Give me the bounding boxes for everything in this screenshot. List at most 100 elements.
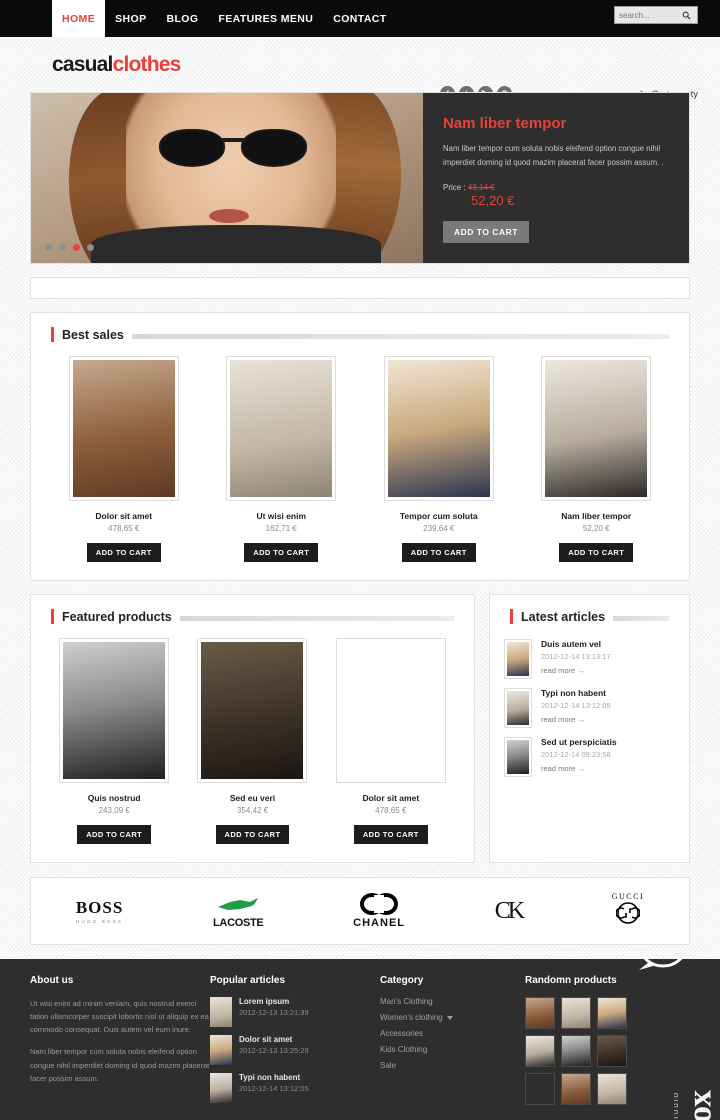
calvin-klein-logo-text: CK [494,898,525,924]
featured-header: Featured products [31,595,474,624]
category-link-sale[interactable]: Sale [380,1061,525,1070]
footer-popular-item[interactable]: Typi non habent 2012-12-14 13:12:05 [210,1073,380,1103]
random-product-thumbnail[interactable] [561,1035,591,1067]
article-title: Sed ut perspiciatis [541,737,617,747]
slider-dot-3[interactable] [73,244,80,251]
random-product-thumbnail[interactable] [597,997,627,1029]
product-thumbnail[interactable] [383,356,494,501]
search-box[interactable] [614,6,698,24]
popular-thumbnail [210,997,232,1027]
lower-row: Featured products Quis nostrud 243,09 € AD… [30,594,690,863]
sunglasses-graphic [159,129,307,167]
latest-articles-title: Latest articles [521,609,606,624]
nav-item-home[interactable]: HOME [52,0,106,37]
add-to-cart-button[interactable]: ADD TO CART [401,543,476,562]
article-thumbnail [504,639,532,679]
nav-item-blog[interactable]: BLOG [156,0,208,37]
product-name: Sed eu veri [229,793,276,803]
chanel-logo-text: CHANEL [353,917,406,929]
page-root: HOMESHOPBLOGFEATURES MENUCONTACT casualc… [0,0,720,1120]
random-product-thumbnail[interactable] [597,1035,627,1067]
product-price: 52,20 € [582,524,610,533]
product-card: Tempor cum soluta 239,64 € ADD TO CART [360,356,518,562]
add-to-cart-button[interactable]: ADD TO CART [77,825,152,844]
logo-text-clothes: clothes [112,53,182,76]
section-accent-bar [51,609,54,624]
slider-dot-4[interactable] [87,244,94,251]
site-footer: About us Ut wisi enim ad minim veniam, q… [0,959,720,1120]
category-link-women-s-clothing[interactable]: Women's clothing [380,1013,525,1022]
popular-title: Typi non habent [239,1073,301,1082]
brand-logo-chanel[interactable]: CHANEL [353,893,405,929]
add-to-cart-button[interactable]: ADD TO CART [86,543,161,562]
product-card: Quis nostrud 243,09 € ADD TO CART [45,638,183,844]
search-icon[interactable] [677,11,695,20]
category-link-accessories[interactable]: Accessories [380,1029,525,1038]
product-name: Quis nostrud [87,793,141,803]
add-to-cart-button[interactable]: ADD TO CART [353,825,428,844]
category-link-man-s-clothing[interactable]: Man's Clothing [380,997,525,1006]
product-thumbnail[interactable] [541,356,652,501]
product-thumbnail[interactable] [226,356,337,501]
hero-title: Nam liber tempor [443,115,567,132]
footer-popular-column: Popular articles Lorem ipsum 2012-12-13 1… [210,975,380,1120]
product-price: 239,64 € [423,524,455,533]
add-to-cart-button[interactable]: ADD TO CART [559,543,634,562]
search-input[interactable] [615,10,677,20]
random-product-thumbnail[interactable] [561,997,591,1029]
latest-article-item[interactable]: Sed ut perspiciatis 2012-12-14 09:23:58 re… [490,728,689,777]
footer-popular-item[interactable]: Lorem ipsum 2012-12-13 13:21:39 [210,997,380,1027]
latest-article-item[interactable]: Typi non habent 2012-12-14 13:12:05 read m… [490,679,689,728]
random-product-thumbnail[interactable] [525,1073,555,1105]
read-more-link[interactable]: read more → [541,715,611,724]
chevron-down-icon[interactable] [446,1015,453,1020]
boss-logo-sub: HUGO BOSS [76,919,124,924]
brand-logo-calvin-klein[interactable]: CK [494,898,525,924]
about-paragraph-2: Nam liber tempor cum soluta nobis eleife… [30,1047,210,1083]
add-to-cart-button[interactable]: ADD TO CART [215,825,290,844]
product-thumbnail[interactable] [197,638,308,783]
latest-article-item[interactable]: Duis autem vel 2012-12-14 13:13:17 read mo… [490,630,689,679]
read-more-link[interactable]: read more → [541,666,611,675]
hero-info: Nam liber tempor Nam liber tempor cum so… [423,93,689,263]
slider-dots[interactable] [45,244,94,251]
product-name: Tempor cum soluta [399,511,478,521]
random-product-thumbnail[interactable] [525,997,555,1029]
featured-products-panel: Featured products Quis nostrud 243,09 € AD… [30,594,475,863]
brand-logo-gucci[interactable]: GUCCI [612,892,644,930]
brand-logo-boss[interactable]: BOSS HUGO BOSS [76,898,123,924]
nav-item-contact[interactable]: CONTACT [323,0,396,37]
slider-dot-1[interactable] [45,244,52,251]
best-sales-grid: Dolor sit amet 478,65 € ADD TO CART Ut wisi… [31,342,689,580]
boss-logo-text: BOSS [75,898,124,917]
site-logo[interactable]: casualclothes [52,53,181,77]
popular-title: Lorem ipsum [239,997,290,1006]
product-thumbnail[interactable] [335,638,446,783]
brand-logo-lacoste[interactable]: LACOSTE [213,894,264,929]
featured-title: Featured products [62,609,172,624]
chanel-cc-icon [360,893,399,915]
gucci-logo-text: GUCCI [611,892,645,901]
add-to-cart-button[interactable]: ADD TO CART [244,543,319,562]
about-title: About us [30,975,74,986]
category-link-kids-clothing[interactable]: Kids Clothing [380,1045,525,1054]
footer-popular-item[interactable]: Dolor sit amet 2012-12-13 13:25:29 [210,1035,380,1065]
latest-articles-panel: Latest articles Duis autem vel 2012-12-14… [489,594,690,863]
random-product-thumbnail[interactable] [561,1073,591,1105]
product-thumbnail[interactable] [68,356,179,501]
article-title: Typi non habent [541,688,607,698]
nav-item-features-menu[interactable]: FEATURES MENU [208,0,323,37]
product-price: 162,71 € [265,524,297,533]
hero-add-to-cart-button[interactable]: ADD TO CART [443,220,529,243]
slider-dot-2[interactable] [59,244,66,251]
best-sales-title: Best sales [62,327,124,342]
hero-description: Nam liber tempor cum soluta nobis eleife… [443,144,664,168]
random-product-thumbnail[interactable] [525,1035,555,1067]
random-product-thumbnail[interactable] [597,1073,627,1105]
read-more-link[interactable]: read more → [541,764,617,773]
hero-slider-panel: Nam liber tempor Nam liber tempor cum so… [30,92,690,264]
featured-grid: Quis nostrud 243,09 € ADD TO CART Sed eu ve… [31,624,474,862]
gucci-double-g-icon [615,902,641,924]
product-thumbnail[interactable] [59,638,170,783]
nav-item-shop[interactable]: SHOP [105,0,156,37]
